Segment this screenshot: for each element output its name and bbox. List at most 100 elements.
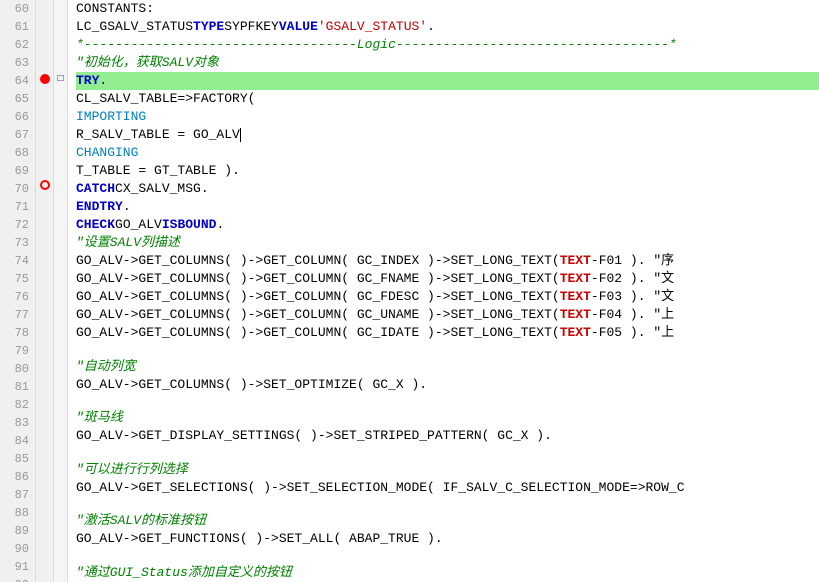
expand-cell[interactable] xyxy=(54,476,67,494)
expand-cell[interactable] xyxy=(54,388,67,406)
code-line[interactable]: GO_ALV->GET_COLUMNS( )->SET_OPTIMIZE( GC… xyxy=(76,376,819,394)
marker-cell[interactable] xyxy=(36,18,53,36)
code-line[interactable]: CHECK GO_ALV IS BOUND. xyxy=(76,216,819,234)
marker-cell[interactable] xyxy=(36,406,53,424)
code-line[interactable]: "可以进行行列选择 xyxy=(76,461,819,479)
marker-cell[interactable] xyxy=(36,35,53,53)
expand-cell[interactable] xyxy=(54,0,67,18)
code-line[interactable]: "激活SALV的标准按钮 xyxy=(76,512,819,530)
marker-cell[interactable] xyxy=(36,123,53,141)
expand-cell[interactable] xyxy=(54,529,67,547)
marker-cell[interactable] xyxy=(36,176,53,194)
expand-cell[interactable] xyxy=(54,547,67,565)
expand-cell[interactable] xyxy=(54,194,67,212)
marker-cell[interactable] xyxy=(36,423,53,441)
line-number: 63 xyxy=(4,54,29,72)
code-line[interactable]: CHANGING xyxy=(76,144,819,162)
expand-cell[interactable] xyxy=(54,406,67,424)
marker-cell[interactable] xyxy=(36,494,53,512)
code-line[interactable]: GO_ALV->GET_DISPLAY_SETTINGS( )->SET_STR… xyxy=(76,427,819,445)
expand-cell[interactable] xyxy=(54,282,67,300)
expand-cell[interactable] xyxy=(54,265,67,283)
marker-cell[interactable] xyxy=(36,512,53,530)
code-line[interactable]: *-----------------------------------Logi… xyxy=(76,36,819,54)
code-line[interactable]: "设置SALV列描述 xyxy=(76,234,819,252)
code-line[interactable]: GO_ALV->GET_COLUMNS( )->GET_COLUMN( GC_I… xyxy=(76,324,819,342)
expand-cell[interactable] xyxy=(54,512,67,530)
marker-cell[interactable] xyxy=(36,159,53,177)
code-line[interactable]: GO_ALV->GET_FUNCTIONS( )->SET_ALL( ABAP_… xyxy=(76,530,819,548)
code-line[interactable]: R_SALV_TABLE = GO_ALV xyxy=(76,126,819,144)
code-line[interactable]: T_TABLE = GT_TABLE ). xyxy=(76,162,819,180)
expand-cell[interactable] xyxy=(54,230,67,248)
marker-cell[interactable] xyxy=(36,370,53,388)
marker-cell[interactable] xyxy=(36,229,53,247)
code-line[interactable]: CONSTANTS: xyxy=(76,0,819,18)
expand-cell[interactable] xyxy=(54,177,67,195)
code-line[interactable]: GO_ALV->GET_COLUMNS( )->GET_COLUMN( GC_F… xyxy=(76,270,819,288)
marker-cell[interactable] xyxy=(36,353,53,371)
marker-cell[interactable] xyxy=(36,53,53,71)
code-line[interactable]: "斑马线 xyxy=(76,409,819,427)
expand-cell[interactable] xyxy=(54,335,67,353)
code-line[interactable] xyxy=(76,342,819,358)
code-line[interactable]: "通过GUI_Status添加自定义的按钮 xyxy=(76,564,819,582)
expand-cell[interactable] xyxy=(54,18,67,36)
code-line[interactable]: "初始化，获取SALV对象 xyxy=(76,54,819,72)
marker-cell[interactable] xyxy=(36,88,53,106)
code-line[interactable] xyxy=(76,445,819,461)
expand-cell[interactable] xyxy=(54,441,67,459)
expand-cell[interactable] xyxy=(54,35,67,53)
marker-cell[interactable] xyxy=(36,282,53,300)
marker-cell[interactable] xyxy=(36,441,53,459)
expand-cell[interactable] xyxy=(54,494,67,512)
code-line[interactable]: GO_ALV->GET_SELECTIONS( )->SET_SELECTION… xyxy=(76,479,819,497)
expand-cell[interactable] xyxy=(54,423,67,441)
expand-cell[interactable] xyxy=(54,159,67,177)
expand-cell[interactable] xyxy=(54,212,67,230)
marker-cell[interactable] xyxy=(36,247,53,265)
code-line[interactable]: TRY . xyxy=(76,72,819,90)
marker-cell[interactable] xyxy=(36,459,53,477)
marker-cell[interactable] xyxy=(36,300,53,318)
expand-cell[interactable]: □ xyxy=(54,71,67,89)
code-line[interactable]: CL_SALV_TABLE=>FACTORY( xyxy=(76,90,819,108)
marker-cell[interactable] xyxy=(36,106,53,124)
expand-cell[interactable] xyxy=(54,53,67,71)
expand-cell[interactable] xyxy=(54,353,67,371)
expand-cell[interactable] xyxy=(54,89,67,107)
code-line[interactable]: CATCH CX_SALV_MSG. xyxy=(76,180,819,198)
code-line[interactable]: ENDTRY. xyxy=(76,198,819,216)
expand-cell[interactable] xyxy=(54,318,67,336)
code-line[interactable]: LC_GSALV_STATUS TYPE SYPFKEY VALUE 'GSAL… xyxy=(76,18,819,36)
code-line[interactable]: IMPORTING xyxy=(76,108,819,126)
expand-cell[interactable] xyxy=(54,141,67,159)
code-line[interactable] xyxy=(76,394,819,410)
code-line[interactable] xyxy=(76,497,819,513)
marker-cell[interactable] xyxy=(36,212,53,230)
expand-cell[interactable] xyxy=(54,300,67,318)
expand-cell[interactable] xyxy=(54,247,67,265)
marker-cell[interactable] xyxy=(36,71,53,89)
expand-cell[interactable] xyxy=(54,124,67,142)
marker-cell[interactable] xyxy=(36,529,53,547)
marker-cell[interactable] xyxy=(36,265,53,283)
marker-cell[interactable] xyxy=(36,0,53,18)
code-line[interactable]: GO_ALV->GET_COLUMNS( )->GET_COLUMN( GC_I… xyxy=(76,252,819,270)
marker-cell[interactable] xyxy=(36,565,53,582)
marker-cell[interactable] xyxy=(36,194,53,212)
code-line[interactable]: GO_ALV->GET_COLUMNS( )->GET_COLUMN( GC_F… xyxy=(76,288,819,306)
code-line[interactable]: GO_ALV->GET_COLUMNS( )->GET_COLUMN( GC_U… xyxy=(76,306,819,324)
code-line[interactable] xyxy=(76,548,819,564)
marker-cell[interactable] xyxy=(36,388,53,406)
marker-cell[interactable] xyxy=(36,476,53,494)
marker-cell[interactable] xyxy=(36,141,53,159)
expand-cell[interactable] xyxy=(54,564,67,582)
expand-cell[interactable] xyxy=(54,371,67,389)
marker-cell[interactable] xyxy=(36,318,53,336)
expand-cell[interactable] xyxy=(54,106,67,124)
marker-cell[interactable] xyxy=(36,547,53,565)
code-line[interactable]: "自动列宽 xyxy=(76,358,819,376)
expand-cell[interactable] xyxy=(54,459,67,477)
marker-cell[interactable] xyxy=(36,335,53,353)
